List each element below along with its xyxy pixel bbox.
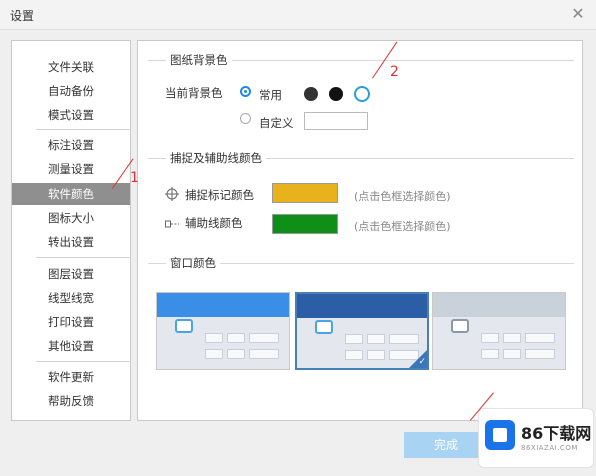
theme-header — [433, 293, 565, 317]
theme-thumb-gray[interactable] — [432, 292, 566, 370]
watermark-badge: 86下载网 86XIAZAI.COM — [478, 408, 594, 468]
theme-cell — [503, 349, 521, 359]
settings-sidebar: 文件关联 自动备份 模式设置 标注设置 测量设置 软件颜色 图标大小 转出设置 … — [11, 40, 131, 421]
swatch-black[interactable] — [329, 87, 343, 101]
theme-cell — [481, 349, 499, 359]
theme-cell — [503, 333, 521, 343]
section-title-window-color: 窗口颜色 — [166, 255, 220, 271]
close-icon[interactable]: ✕ — [568, 4, 588, 24]
brand-name: 86下载网 — [521, 424, 592, 443]
theme-logo-icon — [175, 319, 193, 333]
theme-cell — [249, 349, 279, 359]
radio-custom[interactable] — [240, 113, 251, 124]
sidebar-item-print-settings[interactable]: 打印设置 — [12, 311, 130, 333]
title-bar: 设置 ✕ — [0, 0, 596, 30]
radio-common[interactable] — [240, 86, 251, 97]
sidebar-item-mode-settings[interactable]: 模式设置 — [12, 104, 130, 126]
snap-color-box[interactable] — [272, 183, 338, 203]
section-title-canvas-bg: 图纸背景色 — [166, 52, 232, 68]
sidebar-item-other-settings[interactable]: 其他设置 — [12, 335, 130, 357]
section-title-snap-colors: 捕捉及辅助线颜色 — [166, 150, 266, 166]
aux-color-box[interactable] — [272, 214, 338, 234]
theme-logo-icon — [315, 320, 333, 334]
theme-cell — [367, 350, 385, 360]
theme-header — [297, 294, 427, 318]
theme-cell — [481, 333, 499, 343]
aux-line-icon — [165, 220, 179, 228]
sidebar-item-file-association[interactable]: 文件关联 — [12, 56, 130, 78]
sidebar-item-icon-size[interactable]: 图标大小 — [12, 207, 130, 229]
common-label: 常用 — [259, 88, 282, 102]
sidebar-divider — [36, 129, 130, 130]
done-button[interactable]: 完成 — [404, 432, 488, 458]
swatch-white-selected[interactable] — [354, 86, 370, 102]
snap-color-hint: (点击色框选择颜色) — [354, 190, 451, 203]
brand-domain: 86XIAZAI.COM — [521, 444, 578, 452]
sidebar-item-auto-backup[interactable]: 自动备份 — [12, 80, 130, 102]
aux-line-label: 辅助线颜色 — [185, 216, 243, 230]
brand-logo-icon — [485, 420, 515, 450]
sidebar-item-line-type-width[interactable]: 线型线宽 — [12, 287, 130, 309]
theme-cell — [249, 333, 279, 343]
sidebar-item-export-settings[interactable]: 转出设置 — [12, 231, 130, 253]
window-title: 设置 — [10, 9, 35, 23]
custom-label: 自定义 — [259, 116, 294, 130]
sidebar-divider — [36, 257, 130, 258]
theme-thumb-blue[interactable] — [156, 292, 290, 370]
theme-cell — [227, 349, 245, 359]
sidebar-item-software-update[interactable]: 软件更新 — [12, 366, 130, 388]
theme-cell — [227, 333, 245, 343]
sidebar-item-help-feedback[interactable]: 帮助反馈 — [12, 390, 130, 412]
snap-marker-label: 捕捉标记颜色 — [185, 188, 254, 202]
aux-color-hint: (点击色框选择颜色) — [354, 220, 451, 233]
theme-cell — [345, 350, 363, 360]
theme-cell — [345, 334, 363, 344]
theme-cell — [205, 349, 223, 359]
swatch-dark-gray[interactable] — [304, 87, 318, 101]
annotation-number-1: 1 — [130, 170, 139, 186]
check-icon: ✓ — [418, 357, 426, 367]
theme-cell — [367, 334, 385, 344]
annotation-number-2: 2 — [390, 64, 399, 80]
sidebar-item-layer-settings[interactable]: 图层设置 — [12, 263, 130, 285]
snap-marker-icon — [165, 187, 179, 201]
sidebar-item-annotation-settings[interactable]: 标注设置 — [12, 134, 130, 156]
theme-header — [157, 293, 289, 317]
theme-cell — [525, 349, 555, 359]
theme-logo-icon — [451, 319, 469, 333]
theme-cell — [525, 333, 555, 343]
current-bg-label: 当前背景色 — [165, 86, 223, 100]
theme-thumb-dark-blue[interactable]: ✓ — [295, 292, 429, 370]
sidebar-item-measure-settings[interactable]: 测量设置 — [12, 158, 130, 180]
settings-content: 图纸背景色 当前背景色 常用 自定义 捕捉及辅助线颜色 捕捉标记颜色 (点击色框… — [137, 40, 583, 421]
theme-cell — [389, 334, 419, 344]
theme-cell — [205, 333, 223, 343]
custom-color-box[interactable] — [304, 112, 368, 130]
sidebar-divider — [36, 361, 130, 362]
